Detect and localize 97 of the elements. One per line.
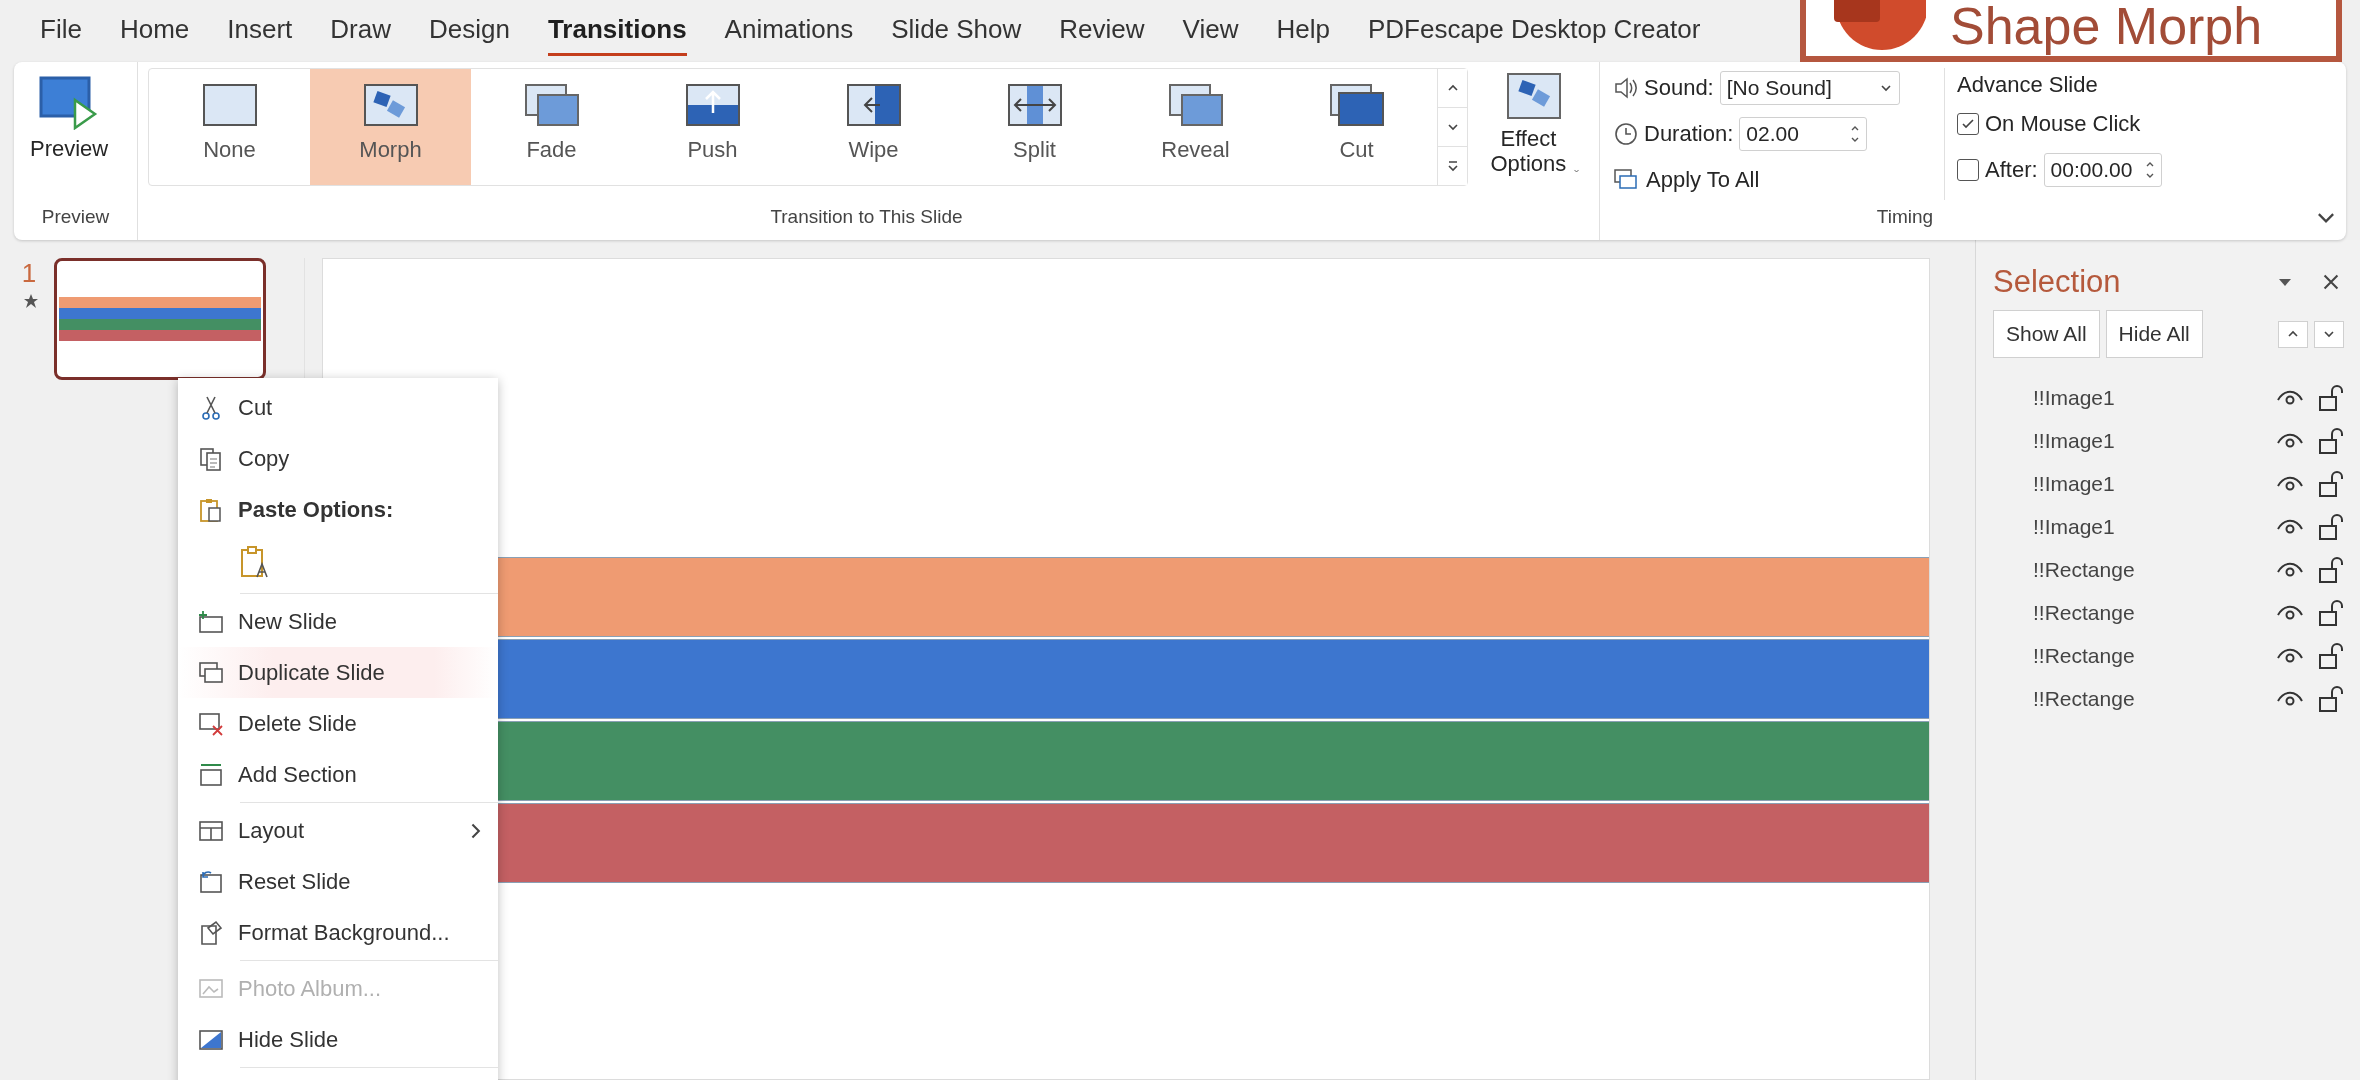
after-time-spinner[interactable]: 00:00.00 xyxy=(2043,153,2162,187)
open-padlock-icon[interactable] xyxy=(2318,555,2344,584)
checkbox[interactable] xyxy=(1957,159,1979,181)
menu-tab[interactable]: Review xyxy=(1059,6,1145,56)
clock-icon xyxy=(1614,122,1638,146)
menu-item[interactable]: Delete Slide xyxy=(178,698,498,749)
close-icon xyxy=(2322,273,2340,291)
menu-tab[interactable]: Animations xyxy=(724,6,854,56)
transition-option[interactable]: Reveal xyxy=(1115,69,1276,185)
transition-option[interactable]: Wipe xyxy=(793,69,954,185)
check-icon xyxy=(1961,117,1975,131)
menu-item[interactable]: Format Background... xyxy=(178,907,498,958)
clipboard-icon xyxy=(198,496,224,523)
preview-button[interactable]: Preview xyxy=(24,72,115,166)
menu-tab[interactable]: Design xyxy=(428,6,510,56)
menu-item[interactable]: Reset Slide xyxy=(178,856,498,907)
open-padlock-icon[interactable] xyxy=(2318,426,2344,455)
up-arrow-slide-icon xyxy=(684,83,741,127)
sound-dropdown[interactable]: [No Sound] xyxy=(1719,71,1900,105)
stacked-slides-icon xyxy=(1328,83,1385,127)
menu-item[interactable]: Duplicate Slide xyxy=(178,647,498,698)
menu-tab[interactable]: Draw xyxy=(330,6,391,56)
send-backward-button[interactable] xyxy=(2314,320,2344,348)
format-background-icon xyxy=(198,919,224,946)
speaker-icon xyxy=(1614,77,1638,99)
object-name[interactable]: !!Rectange xyxy=(2033,643,2262,668)
field-label: Duration: xyxy=(1644,121,1734,147)
group-label: Timing xyxy=(1875,205,1935,229)
menu-tab[interactable]: Home xyxy=(119,6,190,56)
apply-to-all-button[interactable]: Apply To All xyxy=(1614,167,1760,193)
checkbox-label: After: xyxy=(1985,157,2038,183)
open-padlock-icon[interactable] xyxy=(2318,641,2344,670)
transition-option[interactable]: Split xyxy=(954,69,1115,185)
pane-title: Selection xyxy=(1993,264,2122,300)
open-padlock-icon[interactable] xyxy=(2318,512,2344,541)
menu-tab[interactable]: File xyxy=(40,6,82,56)
clipboard-text-icon xyxy=(240,544,270,579)
section-icon xyxy=(198,761,224,788)
hide-all-button[interactable]: Hide All xyxy=(2105,310,2203,358)
slide-number: 1 xyxy=(21,258,37,289)
open-padlock-icon[interactable] xyxy=(2318,383,2344,412)
open-padlock-icon[interactable] xyxy=(2318,469,2344,498)
menu-item[interactable]: New Slide xyxy=(178,596,498,647)
slide-thumbnail[interactable] xyxy=(54,258,266,380)
transition-option[interactable]: Fade xyxy=(471,69,632,185)
field-label: Sound: xyxy=(1644,75,1714,101)
menu-item[interactable]: Copy xyxy=(178,433,498,484)
transition-option[interactable]: None xyxy=(149,69,310,185)
group-label: Transition to This Slide xyxy=(769,205,964,229)
menu-tab[interactable]: Help xyxy=(1276,6,1330,56)
overlapping-slides-icon xyxy=(1167,83,1224,127)
new-slide-icon xyxy=(198,608,224,635)
object-name[interactable]: !!Rectange xyxy=(2033,600,2262,625)
tilted-squares-icon xyxy=(1505,72,1562,120)
transition-option[interactable]: Cut xyxy=(1276,69,1437,185)
show-all-button[interactable]: Show All xyxy=(1993,310,2100,358)
close-button[interactable] xyxy=(2322,273,2340,291)
menu-tab[interactable]: Transitions xyxy=(547,6,687,56)
split-arrows-icon xyxy=(1006,83,1063,127)
overlapping-slides-icon xyxy=(523,83,580,127)
object-name[interactable]: !!Rectange xyxy=(2033,557,2262,582)
transition-option[interactable]: Morph xyxy=(310,69,471,185)
open-padlock-icon[interactable] xyxy=(2318,598,2344,627)
section-title: Advance Slide xyxy=(1957,72,2098,98)
reset-slide-icon xyxy=(198,868,224,895)
menu-item[interactable]: Cut xyxy=(178,382,498,433)
delete-slide-icon xyxy=(198,710,224,737)
menu-tab[interactable]: Slide Show xyxy=(891,6,1022,56)
checkbox-label: On Mouse Click xyxy=(1985,111,2141,137)
object-name[interactable]: !!Image1 xyxy=(2033,514,2262,539)
menu-tab[interactable]: PDFescape Desktop Creator xyxy=(1367,6,1701,56)
checkbox[interactable] xyxy=(1957,113,1979,135)
menu-item[interactable]: Layout xyxy=(178,805,498,856)
open-padlock-icon[interactable] xyxy=(2318,684,2344,713)
transition-option[interactable]: Push xyxy=(632,69,793,185)
object-name[interactable]: !!Image1 xyxy=(2033,385,2262,410)
dropdown-triangle-icon xyxy=(2278,277,2292,287)
group-label: Preview xyxy=(40,205,111,229)
stacked-slides-icon xyxy=(1614,169,1640,191)
more-arrow-icon xyxy=(1445,159,1460,173)
pane-options-button[interactable] xyxy=(2278,277,2292,287)
object-name[interactable]: !!Image1 xyxy=(2033,428,2262,453)
menu-tab[interactable]: Insert xyxy=(227,6,293,56)
object-name[interactable]: !!Rectange xyxy=(2033,686,2262,711)
menu-item[interactable]: Add Section xyxy=(178,749,498,800)
copy-icon xyxy=(198,445,224,472)
object-name[interactable]: !!Image1 xyxy=(2033,471,2262,496)
duplicate-slide-icon xyxy=(198,659,224,686)
menu-header: Paste Options: xyxy=(238,496,394,523)
left-arrow-slide-icon xyxy=(845,83,902,127)
blank-slide-icon xyxy=(201,83,258,127)
menu-item[interactable]: Hide Slide xyxy=(178,1014,498,1065)
menu-tab[interactable]: View xyxy=(1182,6,1239,56)
effect-options-button[interactable]: Effect Options xyxy=(1482,68,1586,181)
tilted-squares-icon xyxy=(362,83,419,127)
duration-spinner[interactable]: 02.00 xyxy=(1739,117,1868,151)
bring-forward-button[interactable] xyxy=(2278,320,2308,348)
